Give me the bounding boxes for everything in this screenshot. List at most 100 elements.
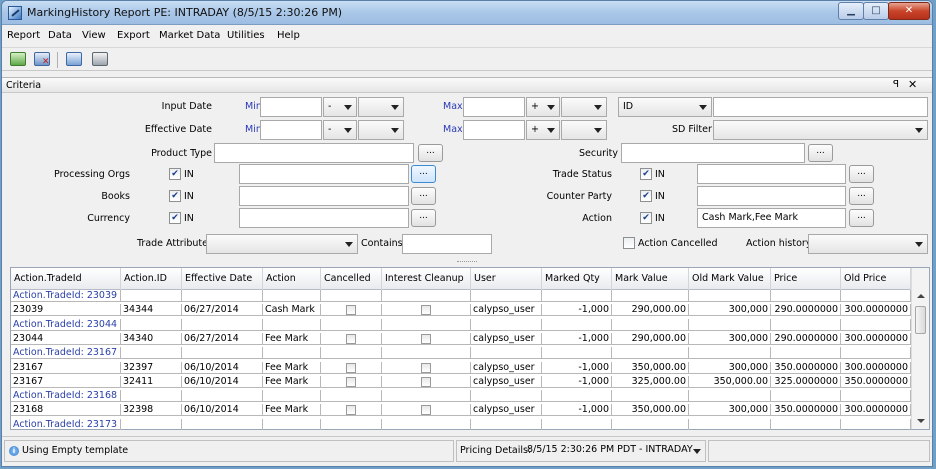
group-row[interactable]: Action.TradeId: 23167 [11, 347, 911, 360]
column-header-effective-date[interactable]: Effective Date [182, 268, 263, 290]
pin-icon[interactable]: ꟼ [893, 79, 899, 90]
pricing-details-pane: Pricing Details: 8/5/15 2:30:26 PM PDT -… [456, 440, 706, 462]
effective-date-max-sign-select[interactable]: + [526, 120, 560, 140]
table-row[interactable]: 23167 32411 06/10/2014 Fee Mark calypso_user… [11, 375, 911, 388]
empty-cell [321, 390, 382, 403]
product-type-field[interactable] [214, 143, 414, 163]
column-header-mark-value[interactable]: Mark Value [612, 268, 689, 290]
action-cancelled-checkbox[interactable] [623, 237, 635, 249]
print-icon[interactable] [92, 52, 108, 66]
column-header-old-price[interactable]: Old Price [841, 268, 911, 290]
vertical-scrollbar[interactable] [911, 268, 929, 429]
scroll-up-arrow-icon[interactable] [917, 294, 925, 298]
table-row[interactable]: 23167 32397 06/10/2014 Fee Mark calypso_user… [11, 361, 911, 374]
column-header-old-mark-value[interactable]: Old Mark Value [689, 268, 771, 290]
column-header-price[interactable]: Price [771, 268, 841, 290]
product-type-browse-button[interactable]: ... [418, 144, 443, 162]
group-row[interactable]: Action.TradeId: 23044 [11, 318, 911, 331]
effective-date-min-field[interactable] [260, 120, 322, 140]
group-row[interactable]: Action.TradeId: 23173 [11, 418, 911, 430]
menu-data[interactable]: Data [48, 30, 72, 41]
group-row[interactable]: Action.TradeId: 23039 [11, 290, 911, 302]
group-row[interactable]: Action.TradeId: 23168 [11, 390, 911, 403]
menu-utilities[interactable]: Utilities [227, 30, 265, 41]
processing-orgs-field[interactable] [239, 164, 409, 184]
action-in-checkbox[interactable]: ✔ [640, 212, 652, 224]
books-in-checkbox[interactable]: ✔ [169, 190, 181, 202]
empty-cell [542, 390, 612, 403]
action-history-select[interactable] [808, 234, 928, 254]
action-browse-button[interactable]: ... [849, 209, 874, 227]
currency-browse-button[interactable]: ... [411, 209, 436, 227]
counter-party-browse-button[interactable]: ... [849, 187, 874, 205]
save-report-icon[interactable] [66, 52, 82, 66]
action-field[interactable]: Cash Mark,Fee Mark [697, 208, 846, 228]
currency-in-checkbox[interactable]: ✔ [169, 212, 181, 224]
column-header-cancelled[interactable]: Cancelled [321, 268, 382, 290]
processing-orgs-in-checkbox[interactable]: ✔ [169, 168, 181, 180]
delete-report-icon[interactable]: ✕ [34, 52, 50, 67]
table-row[interactable]: 23044 34340 06/27/2014 Fee Mark calypso_user… [11, 332, 911, 345]
load-report-icon[interactable] [10, 52, 26, 66]
counter-party-field[interactable] [697, 186, 846, 206]
title-bar[interactable]: MarkingHistory Report PE: INTRADAY (8/5/… [2, 1, 932, 25]
input-date-min-sign-select[interactable]: - [323, 97, 357, 117]
scroll-down-arrow-icon[interactable] [917, 419, 925, 423]
panel-splitter[interactable] [457, 261, 477, 264]
cell-action: Cash Mark [263, 304, 321, 317]
currency-field[interactable] [239, 208, 409, 228]
effective-date-max-unit-select[interactable] [561, 120, 607, 140]
books-browse-button[interactable]: ... [411, 187, 436, 205]
column-header-interest-cleanup[interactable]: Interest Cleanup [382, 268, 471, 290]
menu-market-data[interactable]: Market Data [159, 30, 220, 41]
close-button[interactable]: ✕ [888, 2, 930, 20]
input-date-min-field[interactable] [260, 97, 322, 117]
trade-attribute-select[interactable] [206, 234, 358, 254]
empty-cell [471, 290, 542, 302]
id-select[interactable]: ID [618, 97, 712, 117]
input-date-max-sign-select[interactable]: + [526, 97, 560, 117]
processing-orgs-browse-button[interactable]: ... [411, 165, 436, 183]
empty-cell [182, 318, 263, 331]
trade-status-field[interactable] [697, 164, 846, 184]
cell-user: calypso_user [471, 332, 542, 345]
input-date-max-field[interactable] [463, 97, 525, 117]
trade-status-in-checkbox[interactable]: ✔ [640, 168, 652, 180]
contains-field[interactable] [402, 234, 492, 254]
menu-export[interactable]: Export [117, 30, 150, 41]
cell-action-id: 32398 [121, 404, 182, 417]
trade-status-browse-button[interactable]: ... [849, 165, 874, 183]
table-row[interactable]: 23039 34344 06/27/2014 Cash Mark calypso_use… [11, 304, 911, 317]
cell-price: 290.0000000 [771, 304, 841, 317]
menu-report[interactable]: Report [7, 30, 40, 41]
counter-party-in-checkbox[interactable]: ✔ [640, 190, 652, 202]
minimize-button[interactable]: ▁ [838, 2, 864, 20]
pricing-details-select[interactable]: 8/5/15 2:30:26 PM PDT - INTRADAY [525, 442, 705, 460]
maximize-button[interactable]: □ [863, 2, 889, 20]
empty-cell [612, 290, 689, 302]
input-date-min-unit-select[interactable] [358, 97, 404, 117]
column-header-action-id[interactable]: Action.ID [121, 268, 182, 290]
column-header-user[interactable]: User [471, 268, 542, 290]
sd-filter-select[interactable] [713, 120, 928, 140]
menu-help[interactable]: Help [277, 30, 300, 41]
cell-action: Fee Mark [263, 375, 321, 388]
effective-date-max-field[interactable] [463, 120, 525, 140]
security-browse-button[interactable]: ... [808, 144, 833, 162]
scrollbar-thumb[interactable] [915, 306, 926, 334]
cell-old-mark-value: 350,000.00 [689, 375, 771, 388]
column-header-marked-qty[interactable]: Marked Qty [542, 268, 612, 290]
column-header-action-tradeid[interactable]: Action.TradeId [11, 268, 121, 290]
security-field[interactable] [621, 143, 805, 163]
books-field[interactable] [239, 186, 409, 206]
menu-view[interactable]: View [82, 30, 106, 41]
close-panel-icon[interactable]: ✕ [908, 78, 917, 91]
cell-effective-date: 06/10/2014 [182, 404, 263, 417]
effective-date-min-unit-select[interactable] [358, 120, 404, 140]
input-date-max-unit-select[interactable] [561, 97, 607, 117]
table-row[interactable]: 23168 32398 06/10/2014 Fee Mark calypso_user… [11, 404, 911, 417]
group-label: Action.TradeId: 23039 [11, 290, 121, 302]
id-field[interactable] [713, 97, 928, 117]
effective-date-min-sign-select[interactable]: - [323, 120, 357, 140]
column-header-action[interactable]: Action [263, 268, 321, 290]
